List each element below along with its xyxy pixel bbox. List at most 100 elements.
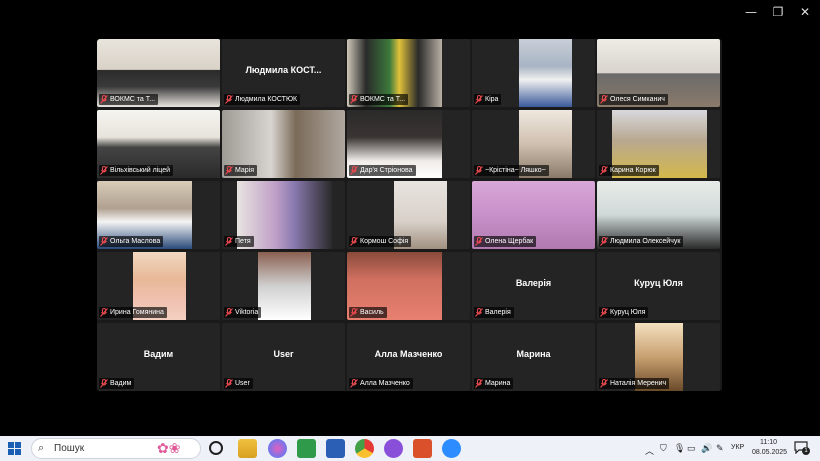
participant-name-label: User	[224, 378, 253, 389]
muted-microphone-icon	[100, 166, 108, 175]
search-box[interactable]: ⌕ Пошук ✿❀	[31, 438, 201, 459]
title-bar: — ❐ ✕	[0, 0, 820, 24]
copilot-icon[interactable]	[268, 439, 287, 458]
participant-name-label: Кіра	[474, 94, 502, 105]
participant-tile[interactable]: Валерія Валерія	[472, 252, 595, 320]
participant-name: Ольга Маслова	[110, 238, 161, 245]
participant-name-label: Куруц Юля	[599, 307, 649, 318]
search-placeholder: Пошук	[54, 443, 85, 454]
participant-gallery: ВОКМС та Т... Людмила КОСТ... Людмила КОСТ…	[97, 39, 722, 391]
participant-tile[interactable]: ВОКМС та Т...	[97, 39, 220, 107]
shield-icon[interactable]: ⛉	[660, 443, 667, 454]
participant-display-name: Алла Мазченко	[374, 349, 443, 359]
participant-tile[interactable]: Viktoria	[222, 252, 345, 320]
participant-name: Куруц Юля	[610, 309, 646, 316]
excel-icon[interactable]	[297, 439, 316, 458]
clock-date[interactable]: 08.05.2025	[752, 449, 787, 456]
powerpoint-icon[interactable]	[413, 439, 432, 458]
participant-tile[interactable]: Наталія Меренич	[597, 323, 720, 391]
participant-name: Вадим	[110, 380, 132, 387]
participant-tile[interactable]: Вільхівський ліцей	[97, 110, 220, 178]
participant-name-label: Ирина Гомянина	[99, 307, 167, 318]
participant-name: Марина	[485, 380, 511, 387]
notification-icon[interactable]: 1	[794, 441, 810, 455]
participant-tile[interactable]: Людмила КОСТ... Людмила КОСТЮК	[222, 39, 345, 107]
participant-name: Кіра	[485, 96, 499, 103]
muted-microphone-icon	[475, 379, 483, 388]
task-view-icon[interactable]	[209, 441, 223, 455]
participant-name-label: Олена Щербак	[474, 236, 537, 247]
participant-video	[519, 39, 572, 107]
participant-name: Олена Щербак	[485, 238, 534, 245]
participant-tile[interactable]: Вадим Вадим	[97, 323, 220, 391]
muted-microphone-icon	[350, 95, 358, 104]
minimize-button[interactable]: —	[738, 3, 764, 21]
participant-name: Марія	[235, 167, 255, 174]
participant-tile[interactable]: Олеся Симканич	[597, 39, 720, 107]
participant-video	[258, 252, 311, 320]
clock-time[interactable]: 11:10	[760, 439, 777, 446]
volume-icon[interactable]: 🔊	[701, 443, 712, 454]
muted-microphone-icon	[100, 237, 108, 246]
participant-display-name: Вадим	[143, 349, 174, 359]
muted-microphone-icon	[475, 237, 483, 246]
muted-microphone-icon	[475, 95, 483, 104]
muted-microphone-icon	[225, 166, 233, 175]
word-icon[interactable]	[326, 439, 345, 458]
participant-name-label: Алла Мазченко	[349, 378, 413, 389]
participant-name: Олеся Симканич	[610, 96, 665, 103]
file-explorer-icon[interactable]	[238, 439, 257, 458]
participant-tile[interactable]: Дар'я Стріонова	[347, 110, 470, 178]
participant-tile[interactable]: Ирина Гомянина	[97, 252, 220, 320]
muted-microphone-icon	[350, 237, 358, 246]
muted-microphone-icon	[225, 308, 233, 317]
participant-tile[interactable]: Людмила Олексейчук	[597, 181, 720, 249]
participant-tile[interactable]: Петя	[222, 181, 345, 249]
participant-tile[interactable]: ВОКМС та Т...	[347, 39, 470, 107]
maximize-button[interactable]: ❐	[765, 3, 791, 21]
participant-name: ВОКМС та Т...	[360, 96, 406, 103]
participant-name-label: Олеся Симканич	[599, 94, 668, 105]
muted-microphone-icon	[225, 379, 233, 388]
participant-name: Карина Корюк	[610, 167, 656, 174]
participant-tile[interactable]: ~Крістіна~ Ляшко~	[472, 110, 595, 178]
participant-name-label: ВОКМС та Т...	[99, 94, 159, 105]
chrome-icon[interactable]	[355, 439, 374, 458]
participant-tile[interactable]: Карина Корюк	[597, 110, 720, 178]
muted-microphone-icon	[600, 308, 608, 317]
participant-name: Людмила КОСТЮК	[235, 96, 298, 103]
participant-name-label: Петя	[224, 236, 254, 247]
pen-icon[interactable]: ✎	[716, 443, 724, 454]
close-button[interactable]: ✕	[792, 3, 818, 21]
viber-icon[interactable]	[384, 439, 403, 458]
participant-name-label: Марія	[224, 165, 258, 176]
participant-tile[interactable]: Олена Щербак	[472, 181, 595, 249]
network-icon[interactable]: ▭	[687, 443, 696, 454]
participant-name-label: Карина Корюк	[599, 165, 659, 176]
participant-name: Людмила Олексейчук	[610, 238, 681, 245]
participant-tile[interactable]: Василь	[347, 252, 470, 320]
participant-display-name: User	[273, 349, 294, 359]
chevron-up-icon[interactable]: ︿	[645, 444, 654, 457]
participant-tile[interactable]: User User	[222, 323, 345, 391]
muted-microphone-icon	[350, 379, 358, 388]
participant-tile[interactable]: Ольга Маслова	[97, 181, 220, 249]
participant-tile[interactable]: Марина Марина	[472, 323, 595, 391]
participant-name-label: Кормош Софія	[349, 236, 412, 247]
participant-tile[interactable]: Кіра	[472, 39, 595, 107]
muted-microphone-icon	[100, 308, 108, 317]
participant-name: Кормош Софія	[360, 238, 409, 245]
participant-name: Петя	[235, 238, 251, 245]
participant-name-label: Вільхівський ліцей	[99, 165, 173, 176]
language-indicator[interactable]: УКР	[731, 444, 744, 451]
windows-start-icon[interactable]	[8, 442, 21, 455]
participant-name-label: Людмила КОСТЮК	[224, 94, 301, 105]
muted-microphone-icon	[600, 95, 608, 104]
participant-tile[interactable]: Алла Мазченко Алла Мазченко	[347, 323, 470, 391]
participant-tile[interactable]: Куруц Юля Куруц Юля	[597, 252, 720, 320]
participant-name-label: ~Крістіна~ Ляшко~	[474, 165, 549, 176]
participant-tile[interactable]: Марія	[222, 110, 345, 178]
participant-tile[interactable]: Кормош Софія	[347, 181, 470, 249]
zoom-icon[interactable]	[442, 439, 461, 458]
microphone-icon[interactable]: 🎙	[674, 443, 685, 454]
